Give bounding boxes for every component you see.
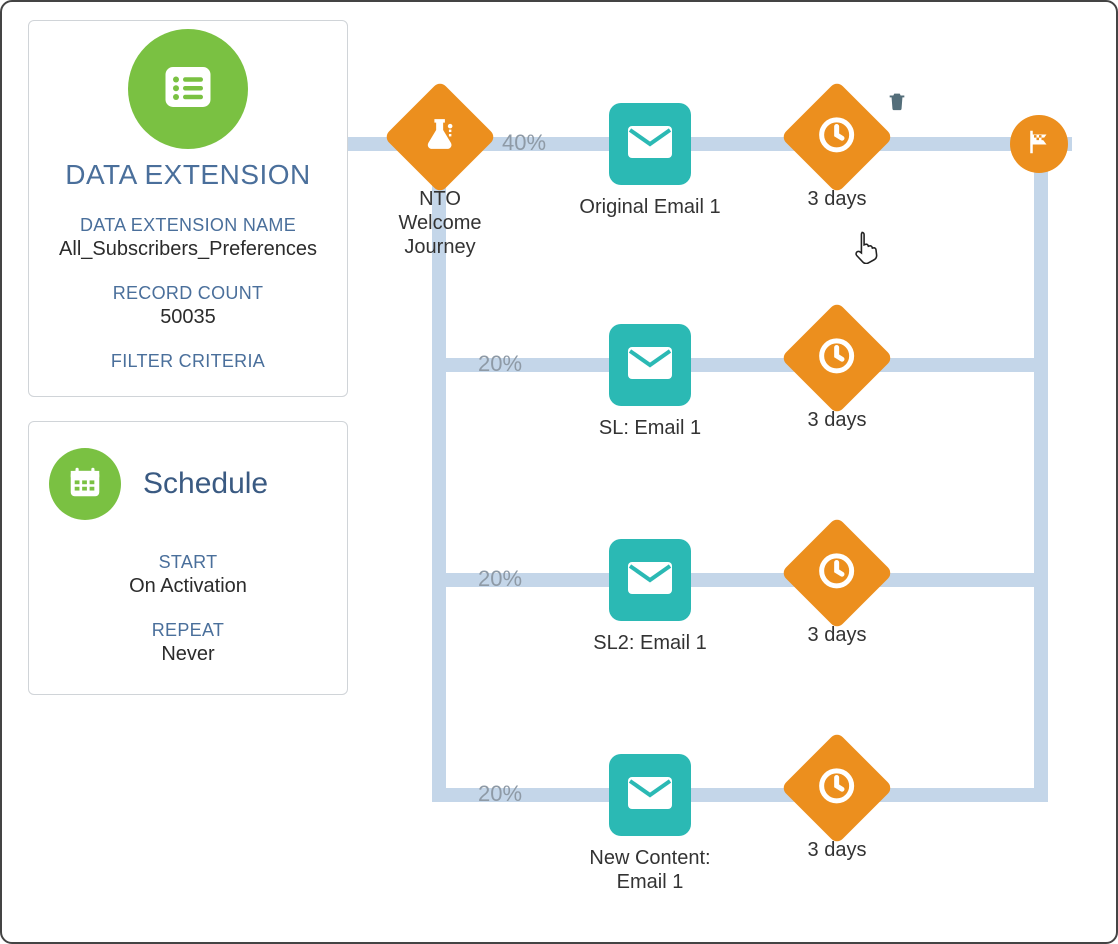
clock-icon [817,336,857,381]
split-node-label: NTO Welcome Journey [380,187,500,259]
schedule-start-value: On Activation [43,575,333,598]
path-percent-3: 20% [478,781,522,807]
calendar-icon [66,463,104,506]
schedule-icon-circle [49,448,121,520]
exit-node[interactable] [1010,115,1068,173]
schedule-header: Schedule [43,438,333,528]
path-percent-0: 40% [502,130,546,156]
journey-builder-canvas: DATA EXTENSION DATA EXTENSION NAME All_S… [0,0,1118,944]
list-icon [158,57,218,122]
email-label-1: SL: Email 1 [570,416,730,440]
email-node-3[interactable]: New Content: Email 1 [570,754,730,894]
pointer-cursor-icon [852,230,882,269]
email-node-1[interactable]: SL: Email 1 [570,324,730,440]
de-record-count-value: 50035 [39,306,337,329]
finish-flag-icon [1024,127,1054,162]
schedule-repeat-value: Never [43,643,333,666]
email-node-2[interactable]: SL2: Email 1 [570,539,730,655]
beaker-split-icon [419,114,461,161]
clock-icon [817,551,857,596]
envelope-icon [626,558,674,603]
wait-node-2[interactable]: 3 days [777,533,897,647]
data-extension-title: DATA EXTENSION [39,159,337,191]
de-name-value: All_Subscribers_Preferences [39,238,337,261]
wait-node-1[interactable]: 3 days [777,318,897,432]
envelope-icon [626,343,674,388]
de-name-label: DATA EXTENSION NAME [39,215,337,236]
email-label-0: Original Email 1 [570,195,730,219]
schedule-panel[interactable]: Schedule START On Activation REPEAT Neve… [28,421,348,695]
schedule-repeat-label: REPEAT [43,620,333,641]
data-extension-panel[interactable]: DATA EXTENSION DATA EXTENSION NAME All_S… [28,20,348,397]
envelope-icon [626,773,674,818]
path-percent-2: 20% [478,566,522,592]
path-percent-1: 20% [478,351,522,377]
email-node-0[interactable]: Original Email 1 [570,103,730,219]
data-extension-icon-circle [128,29,248,149]
delete-icon[interactable] [886,90,908,117]
de-record-count-label: RECORD COUNT [39,283,337,304]
envelope-icon [626,122,674,167]
wait-node-3[interactable]: 3 days [777,748,897,862]
schedule-start-label: START [43,552,333,573]
de-filter-criteria-label: FILTER CRITERIA [39,351,337,372]
schedule-title: Schedule [143,467,268,501]
wait-node-0[interactable]: 3 days [777,97,897,211]
clock-icon [817,766,857,811]
email-label-2: SL2: Email 1 [570,631,730,655]
email-label-3: New Content: Email 1 [570,846,730,894]
split-node[interactable]: NTO Welcome Journey [380,97,500,259]
clock-icon [817,115,857,160]
left-panels: DATA EXTENSION DATA EXTENSION NAME All_S… [28,20,348,719]
